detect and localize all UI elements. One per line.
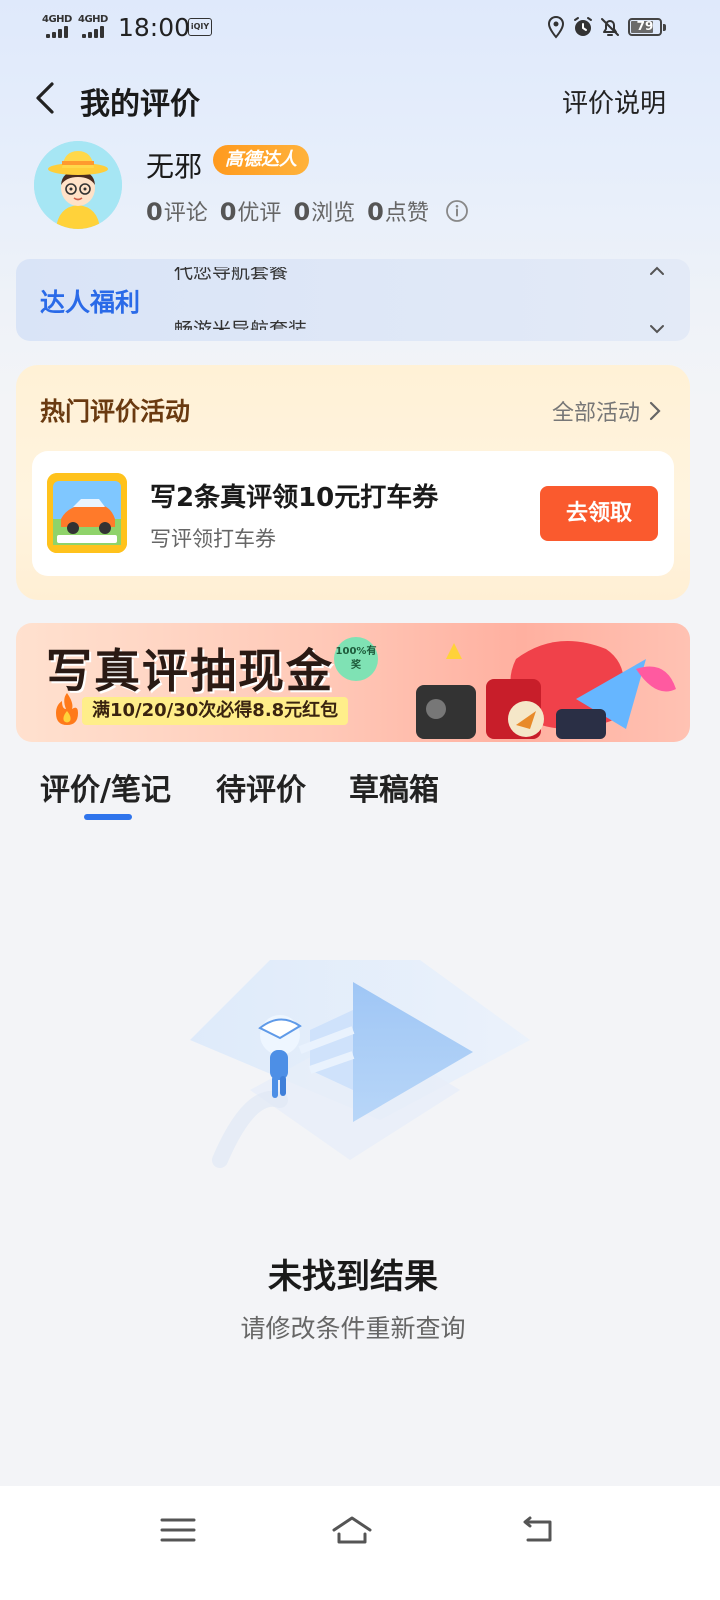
- avatar-illustration-icon: [34, 141, 122, 229]
- tab-reviews-notes[interactable]: 评价/笔记: [40, 765, 171, 809]
- perk-carousel-item[interactable]: 代您导航套餐: [174, 267, 288, 284]
- chevron-right-icon: [649, 401, 661, 421]
- activity-subtitle: 写评领打车券: [150, 527, 276, 551]
- banner-subtitle: 满10/20/30次必得8.8元红包: [82, 697, 349, 725]
- status-bar: 4GHD 4GHD 18:00 iQIY 79: [0, 0, 720, 56]
- activity-item[interactable]: 写2条真评领10元打车券 写评领打车券 去领取: [32, 451, 674, 576]
- avatar[interactable]: [34, 141, 122, 229]
- stat-good-reviews: 0优评: [219, 198, 282, 226]
- stat-likes: 0点赞: [367, 198, 429, 226]
- hot-activities-card: 热门评价活动 全部活动 写2条真评领10元打车券 写评领打车券 去领取: [16, 365, 690, 600]
- bell-off-icon: [601, 18, 619, 36]
- activities-title: 热门评价活动: [40, 397, 191, 426]
- menu-icon[interactable]: [156, 1510, 200, 1550]
- fire-icon: [56, 693, 78, 725]
- empty-state-illustration-icon: [190, 960, 530, 1168]
- taxi-car-icon: [47, 473, 127, 553]
- expert-perks-card[interactable]: 达人福利 代您导航套餐 畅游米导航套装: [16, 259, 690, 341]
- all-activities-link[interactable]: 全部活动: [552, 395, 662, 427]
- gifts-illustration-icon: [416, 641, 676, 739]
- tab-drafts[interactable]: 草稿箱: [349, 765, 439, 809]
- chevron-down-icon: [650, 325, 664, 334]
- promo-banner[interactable]: 写真评抽现金 100%有奖 满10/20/30次必得8.8元红包: [16, 623, 690, 742]
- status-time: 18:00: [118, 13, 191, 42]
- tab-pending-review[interactable]: 待评价: [216, 765, 306, 809]
- back-icon[interactable]: [516, 1510, 560, 1550]
- banner-prize-badge: 100%有奖: [334, 637, 378, 681]
- signal-strength-icon: 4GHD: [42, 14, 76, 40]
- claim-button[interactable]: 去领取: [540, 486, 658, 541]
- review-instructions-link[interactable]: 评价说明: [562, 83, 666, 120]
- stat-views: 0浏览: [293, 198, 356, 226]
- home-icon[interactable]: [330, 1510, 374, 1550]
- info-icon[interactable]: [445, 199, 469, 223]
- activity-thumbnail: [47, 473, 127, 553]
- chevron-up-icon: [650, 266, 664, 275]
- location-icon: [547, 15, 565, 39]
- back-button[interactable]: [28, 78, 68, 118]
- activity-name: 写2条真评领10元打车券: [150, 483, 439, 513]
- empty-state-subtitle: 请修改条件重新查询: [240, 1314, 466, 1343]
- alarm-icon: [574, 17, 592, 36]
- active-tab-indicator: [84, 814, 132, 820]
- perk-title: 达人福利: [40, 288, 141, 317]
- user-name: 无邪: [146, 150, 203, 183]
- expert-badge[interactable]: 高德达人: [213, 145, 309, 175]
- perk-carousel-item[interactable]: 畅游米导航套装: [174, 315, 307, 330]
- page-title: 我的评价: [80, 87, 200, 122]
- banner-title: 写真评抽现金: [46, 644, 334, 698]
- stat-reviews: 0评论: [146, 198, 208, 226]
- iqiyi-app-icon: iQIY: [188, 18, 212, 36]
- battery-icon: 79: [628, 18, 666, 36]
- empty-state-title: 未找到结果: [268, 1257, 438, 1297]
- signal-strength-icon: 4GHD: [78, 14, 112, 40]
- stats-row: 0评论 0优评 0浏览 0点赞: [146, 196, 469, 226]
